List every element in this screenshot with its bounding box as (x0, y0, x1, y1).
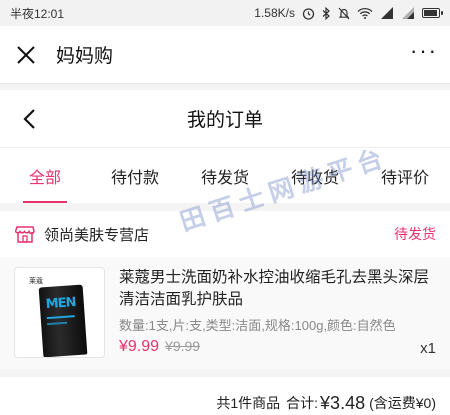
battery-icon (422, 8, 443, 18)
shipping-fee: (含运费¥0) (369, 395, 436, 411)
status-icons: 1.58K/s (254, 6, 443, 20)
tab-pending-payment[interactable]: 待付款 (90, 148, 180, 203)
product-tube: MEN (38, 284, 88, 357)
shop-name: 领尚美肤专营店 (44, 226, 150, 244)
item-count: 共1件商品 (216, 395, 281, 411)
app-title: 妈妈购 (56, 46, 114, 67)
thumb-brand: 莱蔻 (29, 278, 43, 285)
tab-pending-shipment[interactable]: 待发货 (180, 148, 270, 203)
product-spec: 数量:1支,片:支,类型:洁面,规格:100g,颜色:自然色 (119, 318, 396, 333)
net-speed: 1.58K/s (254, 6, 295, 20)
total-amount: ¥3.48 (320, 392, 366, 413)
close-icon[interactable] (12, 41, 40, 69)
alarm-icon (302, 7, 315, 20)
order-tabs: 全部 待付款 待发货 待收货 待评价 (0, 148, 450, 203)
product-price: ¥9.99 (119, 338, 160, 355)
product-quantity: x1 (420, 340, 436, 357)
signal-icon (380, 7, 394, 19)
total-label: 合计: (286, 395, 319, 411)
wifi-icon (357, 7, 373, 19)
price-row: ¥9.99 ¥9.99 (119, 338, 436, 356)
app-header: 妈妈购 ··· (0, 26, 450, 84)
shop-row[interactable]: 领尚美肤专营店 待发货 (0, 211, 450, 257)
tube-label: MEN (45, 295, 76, 313)
order-summary: 共1件商品 合计: ¥3.48 (含运费¥0) (0, 377, 450, 415)
order-status: 待发货 (394, 226, 436, 242)
store-icon (14, 223, 36, 245)
product-info: 莱蔻男士洗面奶补水控油收缩毛孔去黑头深层清洁洁面乳护肤品 数量:1支,片:支,类… (119, 267, 436, 359)
page-header: 我的订单 (0, 90, 450, 148)
product-item[interactable]: 莱蔻 MEN 莱蔻男士洗面奶补水控油收缩毛孔去黑头深层清洁洁面乳护肤品 数量:1… (0, 257, 450, 369)
original-price: ¥9.99 (165, 338, 201, 354)
product-thumbnail: 莱蔻 MEN (14, 267, 105, 358)
chevron-left-icon[interactable] (18, 107, 42, 131)
product-title: 莱蔻男士洗面奶补水控油收缩毛孔去黑头深层清洁洁面乳护肤品 (119, 269, 430, 308)
tab-pending-receipt[interactable]: 待收货 (270, 148, 360, 203)
tab-pending-review[interactable]: 待评价 (360, 148, 450, 203)
mute-icon (338, 7, 350, 20)
bluetooth-icon (322, 6, 331, 20)
tab-all[interactable]: 全部 (0, 148, 90, 203)
signal-icon (401, 7, 415, 19)
more-icon[interactable]: ··· (410, 39, 438, 70)
status-time: 半夜12:01 (10, 6, 65, 21)
page-title: 我的订单 (186, 110, 263, 131)
status-bar: 半夜12:01 1.58K/s (0, 0, 450, 26)
